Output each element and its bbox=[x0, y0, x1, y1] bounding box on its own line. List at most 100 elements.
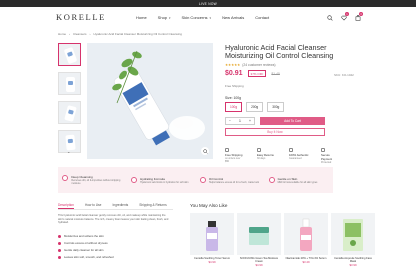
qty-value[interactable]: 1 bbox=[239, 119, 241, 123]
announcement-bar: LIVE NOW bbox=[0, 0, 416, 7]
also-like-title: You May Also Like bbox=[190, 203, 228, 208]
product-title: Hyaluronic Acid Facial Cleanser Moisturi… bbox=[225, 43, 334, 61]
benefit-bullets: Moisturizes and softens the skin Control… bbox=[58, 234, 114, 259]
feature-item: 100% Authentic Guaranteed bbox=[289, 148, 309, 164]
benefits-banner: Deep Cleansing Removes dirt, oil & impuri… bbox=[58, 167, 333, 193]
wishlist-heart-icon[interactable]: 1 bbox=[340, 12, 349, 21]
benefit-item: Oil Control Helps balance excess oil for … bbox=[199, 176, 260, 184]
nav-shop[interactable]: Shop ▾ bbox=[158, 15, 171, 20]
brand-logo[interactable]: KORELLE bbox=[56, 12, 106, 22]
quantity-stepper: − 1 + bbox=[225, 117, 255, 125]
benefit-desc: Hyaluronic acid locks in hydration for s… bbox=[140, 180, 189, 184]
benefit-item: Gentle on Skin Mild formula suitable for … bbox=[268, 176, 329, 184]
product-card[interactable]: Niacinamide 20% + TXA 4% Serum $3.49 bbox=[284, 213, 328, 267]
size-option[interactable]: 200g bbox=[246, 102, 264, 112]
sku-text: SKU: KO-1042 bbox=[334, 73, 354, 77]
product-card-image[interactable] bbox=[190, 213, 234, 255]
bullet-text: Moisturizes and softens the skin bbox=[64, 234, 104, 238]
chevron-down-icon: ▾ bbox=[209, 15, 212, 20]
bullet-item: Moisturizes and softens the skin bbox=[58, 234, 114, 238]
also-like-list: Centella Soothing Toner Serum $4.99 SOON… bbox=[190, 213, 375, 267]
bullet-item: Leaves skin soft, smooth, and refreshed bbox=[58, 255, 114, 259]
check-icon bbox=[58, 234, 61, 238]
breadcrumb-separator: › bbox=[89, 32, 91, 36]
leaf-icon bbox=[199, 176, 206, 183]
star-rating-icon: ★★★★★ bbox=[225, 63, 241, 67]
main-product-image[interactable] bbox=[87, 43, 213, 159]
feature-item: Easy Returns 30 days bbox=[257, 148, 277, 164]
nav-shop-label: Shop bbox=[157, 15, 168, 20]
old-price: $1.45 bbox=[271, 71, 280, 76]
wishlist-count-badge: 1 bbox=[345, 12, 349, 16]
feature-sub: Guaranteed bbox=[289, 157, 302, 160]
nav-new-arrivals[interactable]: New Arrivals bbox=[222, 15, 244, 20]
product-card[interactable]: SOONJUNG Green Tea Moisture Cream $4.99 bbox=[237, 213, 281, 267]
feature-title: Secure Payment bbox=[321, 153, 333, 161]
product-card-image[interactable] bbox=[331, 213, 375, 255]
buy-now-button[interactable]: Buy It Now bbox=[225, 128, 325, 136]
add-to-cart-button[interactable]: Add To Cart bbox=[260, 117, 325, 125]
benefit-item: Deep Cleansing Removes dirt, oil & impuri… bbox=[62, 175, 122, 185]
product-card-image[interactable] bbox=[284, 213, 328, 255]
check-icon bbox=[58, 241, 61, 245]
bullet-text: Leaves skin soft, smooth, and refreshed bbox=[64, 255, 114, 259]
benefit-item: Hydrating Formula Hyaluronic acid locks i… bbox=[131, 176, 191, 184]
breadcrumb-separator: › bbox=[69, 32, 71, 36]
nav-contact-label: Contact bbox=[255, 15, 270, 20]
benefit-desc: Mild formula suitable for all skin types bbox=[277, 180, 318, 184]
thumbnail-1[interactable] bbox=[58, 43, 81, 66]
announcement-text: LIVE NOW bbox=[199, 1, 217, 6]
check-icon bbox=[58, 248, 61, 252]
nav-skin-concerns-label: Skin Concerns bbox=[181, 15, 208, 20]
thumbnail-3[interactable] bbox=[58, 101, 81, 124]
zoom-icon[interactable] bbox=[201, 147, 209, 155]
thumbnail-2[interactable] bbox=[58, 72, 81, 95]
price-row: $0.91 37% OFF $1.45 bbox=[225, 70, 280, 77]
product-card[interactable]: Centella Ampoule Soothing Face Mask $3.9… bbox=[331, 213, 375, 267]
feature-sub: Protected bbox=[321, 161, 332, 164]
nav-home-label: Home bbox=[136, 15, 147, 20]
size-options: 100g 200g 300g bbox=[225, 102, 285, 112]
shield-icon bbox=[289, 148, 293, 152]
chevron-down-icon: ▾ bbox=[169, 15, 171, 20]
thumbnail-list bbox=[58, 43, 81, 153]
bullet-item: Gentle daily cleanser for all skin bbox=[58, 248, 114, 252]
qty-decrease-button[interactable]: − bbox=[229, 119, 231, 123]
review-count: (24 customer reviews) bbox=[242, 63, 276, 67]
current-price: $0.91 bbox=[225, 70, 243, 77]
benefit-desc: Helps balance excess oil for a fresh, ma… bbox=[208, 180, 259, 184]
breadcrumb: Home › Cleansers › Hyaluronic Acid Facial … bbox=[58, 32, 182, 36]
nav-skin-concerns[interactable]: Skin Concerns ▾ bbox=[182, 15, 212, 20]
nav-contact[interactable]: Contact bbox=[255, 15, 269, 20]
search-icon[interactable] bbox=[326, 14, 333, 21]
site-header: KORELLE Home Shop ▾ Skin Concerns ▾ New Ar… bbox=[0, 7, 416, 29]
product-card[interactable]: Centella Soothing Toner Serum $4.99 bbox=[190, 213, 234, 267]
cart-bag-icon[interactable]: 3 bbox=[354, 12, 363, 21]
discount-badge: 37% OFF bbox=[247, 70, 267, 77]
chevron-down-icon[interactable]: ⌄ bbox=[67, 149, 70, 154]
feature-sub: 30 days bbox=[257, 157, 266, 160]
product-card-image[interactable] bbox=[237, 213, 281, 255]
breadcrumb-category[interactable]: Cleansers bbox=[73, 32, 87, 36]
size-option[interactable]: 100g bbox=[225, 102, 243, 112]
bullet-item: Controls excess oil without dryness bbox=[58, 241, 114, 245]
nav-home[interactable]: Home bbox=[136, 15, 147, 20]
description-text: This hyaluronic acid facial cleanser gen… bbox=[58, 214, 169, 225]
feature-list: Free Shipping on orders over $50 Easy Ret… bbox=[225, 148, 341, 164]
droplet-icon bbox=[62, 175, 69, 181]
truck-icon bbox=[225, 148, 229, 152]
qty-increase-button[interactable]: + bbox=[249, 119, 251, 123]
bullet-text: Gentle daily cleanser for all skin bbox=[64, 248, 104, 252]
main-nav: Home Shop ▾ Skin Concerns ▾ New Arrivals C… bbox=[136, 15, 269, 20]
feature-item: Secure Payment Protected bbox=[321, 148, 341, 164]
bullet-text: Controls excess oil without dryness bbox=[64, 241, 108, 245]
product-card-price: $3.99 bbox=[349, 263, 357, 268]
header-icons: 1 3 bbox=[326, 12, 363, 21]
rating[interactable]: ★★★★★ (24 customer reviews) bbox=[225, 63, 276, 67]
sparkle-icon bbox=[268, 176, 275, 183]
product-card-price: $3.49 bbox=[302, 260, 310, 265]
size-label: Size: 100g bbox=[225, 96, 242, 100]
breadcrumb-home[interactable]: Home bbox=[58, 32, 66, 36]
size-option[interactable]: 300g bbox=[267, 102, 285, 112]
breadcrumb-current: Hyaluronic Acid Facial Cleanser Moisturi… bbox=[93, 32, 182, 36]
